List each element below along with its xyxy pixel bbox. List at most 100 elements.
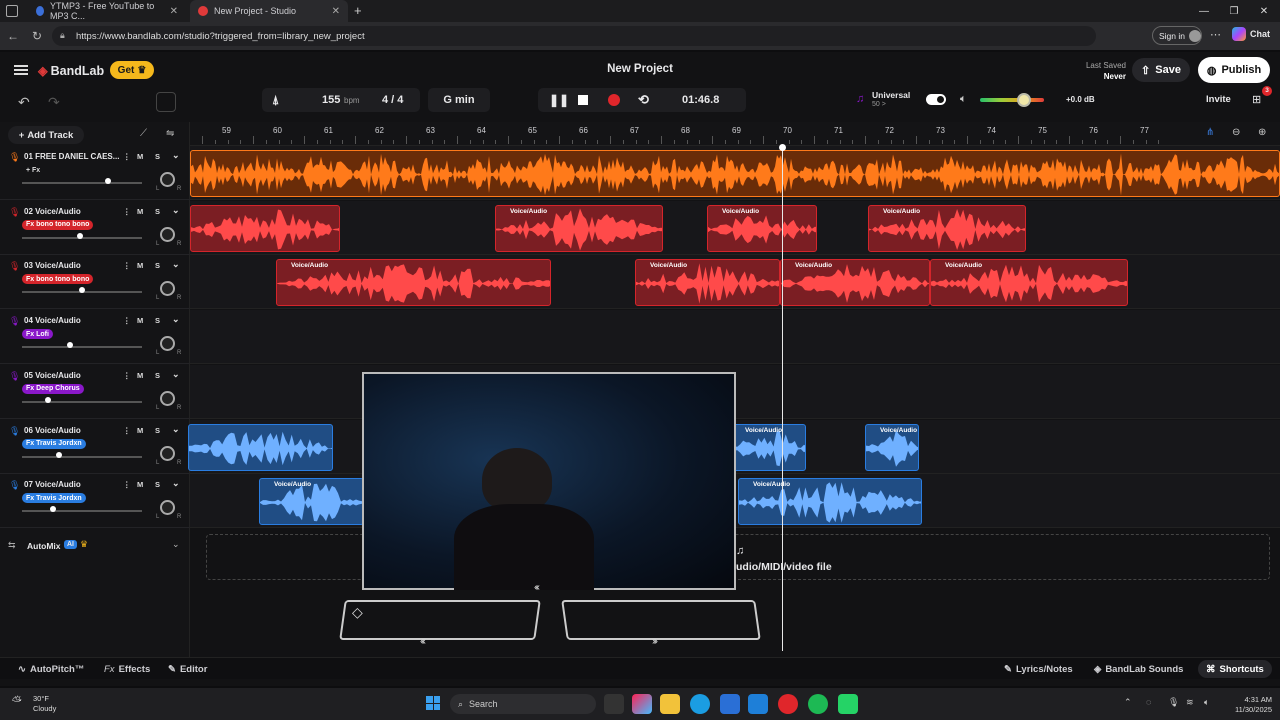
track-lane[interactable]: Voice/Audio Voice/Audio Voice/Audio Voice/A… [190, 255, 1280, 310]
track-name[interactable]: 03 Voice/Audio [24, 261, 81, 270]
track-volume-knob[interactable] [76, 232, 83, 239]
track-name[interactable]: 07 Voice/Audio [24, 480, 81, 489]
track-menu-icon[interactable]: ⋮ [123, 207, 131, 216]
track-effect-badge[interactable]: Fx Travis Jordxn [22, 438, 86, 449]
track-menu-icon[interactable]: ⋮ [123, 480, 131, 489]
microphone-icon[interactable]: 🎙︎ [9, 480, 20, 491]
audio-clip[interactable]: Voice/Audio [276, 259, 551, 307]
hamburger-menu-icon[interactable] [14, 65, 28, 75]
track-lane[interactable] [190, 146, 1280, 200]
track-menu-icon[interactable]: ⋮ [123, 261, 131, 270]
pan-dial[interactable] [160, 172, 175, 187]
chevron-down-icon[interactable]: ⌄ [172, 150, 180, 161]
gift-icon[interactable]: ⊞ [1252, 93, 1261, 106]
track-volume-slider[interactable] [22, 400, 142, 403]
close-tab-icon[interactable]: ✕ [332, 6, 340, 17]
project-title[interactable]: New Project [590, 63, 690, 75]
solo-button[interactable]: S [155, 152, 160, 161]
chevron-down-icon[interactable]: ⌄ [172, 314, 180, 325]
audio-clip[interactable] [190, 204, 340, 252]
solo-button[interactable]: S [155, 371, 160, 380]
minimize-icon[interactable]: — [1188, 0, 1220, 22]
automix-row[interactable]: ⇆ AutoMix AI ♛ ⌄ [0, 535, 190, 557]
pause-icon[interactable]: ❚❚ [549, 93, 569, 107]
bandlab-sounds-button[interactable]: ◈ BandLab Sounds [1094, 658, 1183, 680]
track-name[interactable]: 04 Voice/Audio [24, 316, 81, 325]
track-name[interactable]: 05 Voice/Audio [24, 371, 81, 380]
speaker-icon[interactable]: 🔈︎ [1204, 697, 1209, 708]
pan-dial[interactable] [160, 445, 175, 461]
track-effect-badge[interactable]: Fx Travis Jordxn [22, 493, 86, 504]
close-tab-icon[interactable]: ✕ [170, 6, 178, 17]
publish-button[interactable]: ◍ Publish [1198, 57, 1270, 83]
loop-icon[interactable]: ⟲ [638, 92, 649, 108]
tab-new-project[interactable]: New Project - Studio ✕ [190, 0, 348, 22]
effects-button[interactable]: Fx Effects [104, 658, 150, 680]
autopitch-button[interactable]: ∿ AutoPitch™ [18, 658, 84, 680]
chevron-down-icon[interactable]: ⌄ [172, 205, 180, 216]
close-window-icon[interactable]: ✕ [1248, 0, 1280, 22]
solo-button[interactable]: S [155, 480, 160, 489]
timeline-ruler[interactable]: 59 60 61 62 63 64 65 66 67 68 69 70 71 72 73 74 75 76 77 [190, 122, 1280, 146]
track-header[interactable]: 🎙︎ 01 FREE DANIEL CAES... ⋮ M S ⌄ + Fx L… [0, 146, 190, 200]
universal-toggle[interactable] [926, 94, 946, 105]
chevron-down-icon[interactable]: ⌄ [172, 424, 180, 435]
microphone-icon[interactable]: 🎙︎ [9, 261, 20, 272]
audio-clip[interactable]: Voice/Audio [259, 478, 364, 526]
mute-button[interactable]: M [137, 261, 143, 270]
windows-start-icon[interactable] [426, 696, 440, 710]
track-header[interactable]: 🎙︎ 06 Voice/Audio ⋮ M S ⌄ Fx Travis Jord… [0, 420, 190, 474]
chevron-down-icon[interactable]: ⌄ [172, 369, 180, 380]
audio-clip[interactable]: Voice/Audio [730, 423, 806, 471]
chevron-down-icon[interactable]: ⌄ [172, 259, 180, 270]
video-toggle-icon[interactable] [156, 92, 176, 112]
add-track-button[interactable]: + Add Track [8, 126, 84, 144]
track-volume-knob[interactable] [56, 451, 63, 458]
edge-icon[interactable] [690, 694, 710, 714]
track-name[interactable]: 01 FREE DANIEL CAES... [24, 152, 119, 161]
redo-icon[interactable]: ↷ [48, 94, 60, 111]
pan-dial[interactable] [160, 226, 175, 242]
sign-in-button[interactable]: Sign in [1152, 26, 1202, 45]
track-effect-badge[interactable]: Fx bono tono bono [22, 274, 94, 285]
audio-clip[interactable] [190, 150, 1280, 197]
automation-icon[interactable]: ⟋ [140, 128, 147, 139]
track-name[interactable]: 02 Voice/Audio [24, 207, 81, 216]
track-lane[interactable]: Voice/Audio Voice/Audio Voice/Audio [190, 200, 1280, 255]
stop-icon[interactable] [578, 95, 588, 105]
microphone-icon[interactable]: 🎙︎ [9, 316, 20, 327]
track-menu-icon[interactable]: ⋮ [123, 371, 131, 380]
wifi-icon[interactable]: ≋ [1186, 697, 1194, 708]
chevron-down-icon[interactable]: ⌄ [172, 539, 180, 550]
mute-button[interactable]: M [137, 316, 143, 325]
track-effect-badge[interactable]: Fx Deep Chorus [22, 383, 84, 394]
tab-ytmp3[interactable]: YTMP3 - Free YouTube to MP3 C... ✕ [28, 0, 186, 22]
new-tab-icon[interactable]: + [354, 3, 362, 18]
track-menu-icon[interactable]: ⋮ [123, 152, 131, 161]
track-header[interactable]: 🎙︎ 02 Voice/Audio ⋮ M S ⌄ Fx bono tono b… [0, 201, 190, 255]
snap-magnet-icon[interactable]: ⋔ [1206, 127, 1214, 138]
editor-button[interactable]: ✎ Editor [168, 658, 207, 680]
lyrics-notes-button[interactable]: ✎ Lyrics/Notes [1004, 658, 1073, 680]
audio-clip[interactable]: Voice/Audio [930, 259, 1128, 307]
record-icon[interactable] [608, 94, 620, 106]
mute-button[interactable]: M [137, 480, 143, 489]
audio-clip[interactable]: Voice/Audio [868, 204, 1026, 252]
weather-widget[interactable]: 30°F Cloudy [33, 694, 56, 714]
copilot-chat-button[interactable]: Chat [1232, 27, 1270, 41]
solo-button[interactable]: S [155, 426, 160, 435]
microphone-icon[interactable]: 🎙︎ [9, 152, 20, 163]
pan-dial[interactable] [160, 500, 175, 516]
audio-clip[interactable]: Voice/Audio [635, 259, 780, 307]
track-effect-badge[interactable]: Fx Lofi [22, 329, 53, 340]
audio-clip[interactable]: Voice/Audio [738, 478, 922, 526]
store-icon[interactable] [720, 694, 740, 714]
track-header[interactable]: 🎙︎ 03 Voice/Audio ⋮ M S ⌄ Fx bono tono b… [0, 255, 190, 310]
zoom-out-icon[interactable]: ⊖ [1232, 127, 1240, 138]
task-view-icon[interactable] [604, 694, 624, 714]
track-header[interactable]: 🎙︎ 07 Voice/Audio ⋮ M S ⌄ Fx Travis Jord… [0, 474, 190, 529]
chevron-up-icon[interactable]: ⌃ [1124, 697, 1132, 708]
mute-button[interactable]: M [137, 371, 143, 380]
shortcuts-button[interactable]: ⌘ Shortcuts [1198, 660, 1272, 678]
metronome-icon[interactable]: ⍋ [272, 93, 279, 108]
